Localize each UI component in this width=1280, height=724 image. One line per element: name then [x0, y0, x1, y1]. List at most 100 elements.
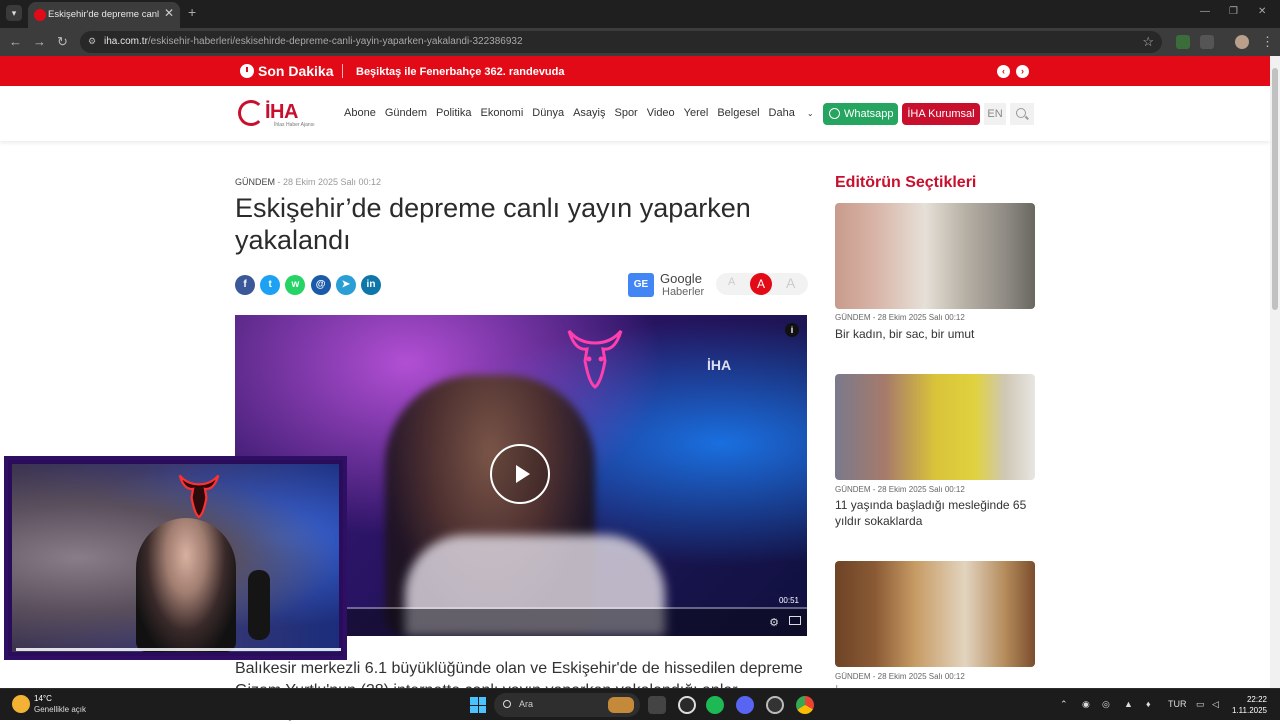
- site-info-icon[interactable]: ⚙: [88, 36, 98, 46]
- breaking-next-button[interactable]: ›: [1016, 65, 1029, 78]
- card-image-3[interactable]: [835, 561, 1035, 667]
- tab-close-icon[interactable]: ✕: [164, 6, 174, 20]
- whatsapp-icon[interactable]: w: [285, 275, 306, 295]
- article-meta: GÜNDEM - 28 Ekim 2025 Salı 00:12: [235, 177, 382, 187]
- menu-item-asayis[interactable]: Asayiş: [573, 107, 605, 119]
- menu-item-spor[interactable]: Spor: [614, 107, 637, 119]
- iha-logo[interactable]: İHA İhlas Haber Ajansı: [238, 100, 320, 128]
- system-clock[interactable]: 22:22 1.11.2025: [1232, 694, 1267, 716]
- profile-avatar[interactable]: [1235, 35, 1249, 49]
- start-menu-icon[interactable]: [470, 697, 486, 713]
- obs-icon[interactable]: [678, 696, 696, 714]
- logo-swirl-icon: [238, 100, 264, 126]
- menu-item-daha[interactable]: Daha ⌄: [769, 107, 823, 119]
- extension-icon[interactable]: [1176, 35, 1190, 49]
- taskbar-search[interactable]: Ara: [494, 693, 640, 717]
- google-news-button[interactable]: GE Google Haberler: [628, 271, 708, 299]
- streamer: [136, 518, 236, 652]
- microphone: [248, 570, 270, 640]
- network-icon[interactable]: ▭: [1196, 699, 1205, 710]
- menu-item-ekonomi[interactable]: Ekonomi: [480, 107, 523, 119]
- telegram-icon[interactable]: ➤: [335, 275, 356, 295]
- menu-item-abone[interactable]: Abone: [344, 107, 376, 119]
- discord-icon[interactable]: [736, 696, 754, 714]
- article-headline: Eskişehir’de depreme canlı yayın yaparke…: [235, 193, 751, 255]
- search-highlight-image: [608, 697, 634, 713]
- extensions-puzzle-icon[interactable]: [1200, 35, 1214, 49]
- bull-neon-sign: [567, 330, 623, 389]
- browser-menu-icon[interactable]: ⋮: [1261, 34, 1274, 50]
- tray-app-icon-2[interactable]: ◎: [1102, 699, 1110, 710]
- steam-icon[interactable]: [766, 696, 784, 714]
- microphone-icon[interactable]: ♦: [1146, 699, 1151, 709]
- keyboard-language[interactable]: TUR: [1168, 699, 1187, 709]
- kurumsal-button[interactable]: İHA Kurumsal: [902, 103, 980, 125]
- breaking-prev-button[interactable]: ‹: [997, 65, 1010, 78]
- twitter-icon[interactable]: t: [260, 275, 281, 295]
- tab-title: Eskişehir'de depreme canlı yayın yaparke…: [48, 9, 160, 20]
- video-duration: 00:51: [778, 596, 799, 605]
- scrollbar-thumb[interactable]: [1272, 68, 1278, 310]
- weather-icon[interactable]: [12, 695, 30, 713]
- tray-app-icon[interactable]: ◉: [1082, 699, 1090, 710]
- info-icon[interactable]: i: [785, 323, 799, 337]
- settings-gear-icon[interactable]: ⚙: [769, 616, 779, 629]
- card-title-2[interactable]: 11 yaşında başladığı mesleğinde 65 yıldı…: [835, 497, 1035, 529]
- menu-item-video[interactable]: Video: [647, 107, 675, 119]
- site-header: İHA İhlas Haber Ajansı Abone Gündem Politi…: [0, 86, 1270, 141]
- font-increase-button[interactable]: A: [786, 275, 795, 291]
- forward-button[interactable]: →: [33, 34, 46, 49]
- chevron-down-icon: ⌄: [806, 109, 814, 118]
- bull-neon-sign: [178, 474, 220, 519]
- breaking-label: Son Dakika: [258, 63, 334, 79]
- weather-temp: 14°C: [34, 694, 52, 703]
- tray-drive-icon[interactable]: ▲: [1124, 699, 1133, 709]
- card-meta-1: GÜNDEM - 28 Ekim 2025 Salı 00:12: [835, 313, 965, 322]
- weather-desc: Genellikle açık: [34, 705, 87, 714]
- font-default-button[interactable]: A: [750, 273, 772, 295]
- reload-button[interactable]: ↻: [57, 34, 68, 50]
- spotify-icon[interactable]: [706, 696, 724, 714]
- back-button[interactable]: ←: [9, 34, 22, 49]
- search-icon[interactable]: [1010, 103, 1034, 125]
- new-tab-button[interactable]: +: [188, 4, 196, 20]
- linkedin-icon[interactable]: in: [361, 275, 381, 295]
- volume-icon[interactable]: ◁: [1212, 699, 1219, 710]
- menu-item-politika[interactable]: Politika: [436, 107, 471, 119]
- webcam-overlay: [4, 456, 347, 660]
- tab-search-button[interactable]: ▾: [6, 5, 22, 21]
- menu-item-dunya[interactable]: Dünya: [532, 107, 564, 119]
- minimize-button[interactable]: —: [1200, 6, 1210, 17]
- facebook-icon[interactable]: f: [235, 275, 255, 295]
- sidebar-title: Editörün Seçtikleri: [835, 174, 977, 191]
- card-title-1[interactable]: Bir kadın, bir sac, bir umut: [835, 326, 1035, 342]
- article-category[interactable]: GÜNDEM: [235, 177, 275, 187]
- play-button[interactable]: [490, 444, 550, 504]
- menu-item-yerel[interactable]: Yerel: [684, 107, 709, 119]
- task-view-icon[interactable]: [648, 696, 666, 714]
- browser-tab[interactable]: Eskişehir'de depreme canlı yayın yaparke…: [28, 2, 180, 28]
- webcam-bar: [16, 648, 341, 651]
- menu-item-belgesel[interactable]: Belgesel: [717, 107, 759, 119]
- browser-toolbar: ← → ↻ ⚙ iha.com.tr/eskisehir-haberleri/e…: [0, 28, 1280, 56]
- card-image-1[interactable]: [835, 203, 1035, 309]
- breaking-news-bar: Son Dakika Beşiktaş ile Fenerbahçe 362. …: [0, 56, 1280, 86]
- chrome-icon[interactable]: [796, 696, 814, 714]
- font-size-control: A A A: [716, 273, 808, 295]
- tray-expand-icon[interactable]: ⌃: [1060, 699, 1068, 710]
- font-decrease-button[interactable]: A: [728, 276, 735, 288]
- whatsapp-button[interactable]: Whatsapp: [823, 103, 898, 125]
- menu-item-gundem[interactable]: Gündem: [385, 107, 427, 119]
- page-scrollbar[interactable]: [1270, 56, 1280, 688]
- address-bar[interactable]: ⚙ iha.com.tr/eskisehir-haberleri/eskiseh…: [80, 31, 1162, 53]
- maximize-button[interactable]: ❐: [1229, 6, 1238, 17]
- bookmark-star-icon[interactable]: ☆: [1142, 34, 1154, 50]
- breaking-headline[interactable]: Beşiktaş ile Fenerbahçe 362. randevuda: [356, 66, 565, 78]
- card-image-2[interactable]: [835, 374, 1035, 480]
- email-icon[interactable]: @: [310, 275, 331, 295]
- search-icon: [503, 700, 511, 708]
- cast-screen-icon[interactable]: [789, 616, 801, 625]
- language-button[interactable]: EN: [984, 103, 1006, 125]
- close-window-button[interactable]: ✕: [1258, 6, 1266, 17]
- whatsapp-icon: [829, 108, 840, 119]
